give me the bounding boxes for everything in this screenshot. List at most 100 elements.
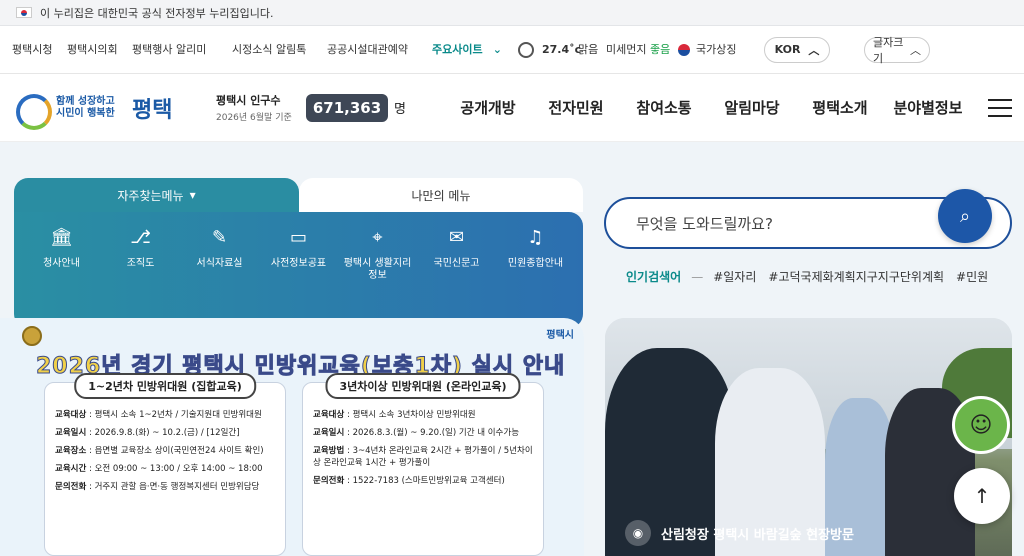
utility-bar: 평택시청 평택시의회 평택행사 알리미 시정소식 알림톡 공공시설대관예약 주요… — [0, 26, 1024, 74]
quick-item-forms[interactable]: ✎ 서식자료실 — [185, 228, 255, 328]
nav-by-field[interactable]: 분야별정보 — [884, 97, 972, 118]
nav-open-data[interactable]: 공개개방 — [444, 97, 532, 118]
language-select[interactable]: KOR ︿ — [764, 36, 830, 63]
quick-item-org-chart[interactable]: ⎇ 조직도 — [106, 228, 176, 328]
scroll-top-button[interactable]: ↑ — [954, 468, 1010, 524]
main-sites-dropdown[interactable]: 주요사이트 ⌄ — [432, 42, 510, 57]
population-count: 671,363 — [306, 93, 388, 122]
card-row: 교육대상 : 평택시 소속 3년차이상 민방위대원 — [313, 410, 476, 420]
quick-item-label: 민원종합안내 — [507, 258, 564, 269]
national-symbol-label: 국가상징 — [696, 43, 737, 56]
sun-icon — [518, 41, 534, 58]
tab-my-menu[interactable]: 나만의 메뉴 — [299, 178, 583, 212]
banner-card-left: 1~2년차 민방위대원 (집합교육) 교육대상 : 평택시 소속 1~2년차 /… — [44, 373, 286, 556]
search-box[interactable]: 무엇을 도와드릴까요? ⌕ — [604, 189, 1012, 249]
taegeuk-icon — [678, 43, 690, 56]
card-rows: 교육대상 : 평택시 소속 1~2년차 / 기술지원대 민방위대원 교육일시 :… — [55, 409, 279, 499]
quick-item-office-guide[interactable]: 🏛 청사안내 — [27, 228, 97, 328]
quick-item-label: 평택시 생활지리정보 — [343, 258, 412, 281]
util-link-rental[interactable]: 공공시설대관예약 — [327, 42, 432, 57]
population-info: 평택시 인구수 2026년 6월말 기준 — [216, 92, 306, 123]
slogan: 함께 성장하고 시민이 행복한 — [56, 96, 126, 120]
gov-notice-bar: 이 누리집은 대한민국 공식 전자정부 누리집입니다. — [0, 0, 1024, 26]
slogan-line-1: 함께 성장하고 — [56, 95, 115, 107]
card-row: 문의전화 : 거주지 관할 읍·면·동 행정복지센터 민방위담당 — [55, 482, 260, 492]
korea-flag-icon — [16, 7, 32, 18]
util-link-city-hall[interactable]: 평택시청 — [12, 42, 67, 57]
menu-icon[interactable] — [988, 98, 1012, 117]
photo-caption: ◉ 산림청장 평택시 바람길숲 현장방문 — [625, 520, 854, 546]
card-row: 교육대상 : 평택시 소속 1~2년차 / 기술지원대 민방위대원 — [55, 410, 262, 420]
city-emblem-icon — [14, 92, 52, 130]
search-button[interactable]: ⌕ — [938, 189, 992, 243]
util-link-talk[interactable]: 시정소식 알림톡 — [232, 42, 327, 57]
keyword-link[interactable]: #고덕국제화계획지구지구단위계획 — [768, 268, 944, 285]
popular-label: 인기검색어 — [626, 270, 682, 284]
news-photo[interactable]: ◉ 산림청장 평택시 바람길숲 현장방문 — [605, 318, 1012, 556]
national-symbol-link[interactable]: 국가상징 — [678, 42, 764, 57]
mascot-icon: ☺ — [969, 412, 993, 438]
chevron-down-icon: ⌄ — [492, 43, 502, 56]
font-size-control[interactable]: 글자크기 ︿ — [864, 35, 930, 65]
font-size-label: 글자크기 — [873, 35, 904, 65]
fine-dust: 미세먼지 좋음 — [606, 42, 678, 57]
quick-item-epeople[interactable]: ✉ 국민신문고 — [422, 228, 492, 328]
logo-name: 평택 — [132, 97, 173, 123]
util-link-events[interactable]: 평택행사 알리미 — [132, 42, 232, 57]
population-title: 평택시 인구수 — [216, 94, 281, 107]
card-row: 교육방법 : 3~4년차 온라인교육 2시간 + 평가풀이 / 5년차이상 온라… — [313, 446, 533, 468]
mascot-chatbot-button[interactable]: ☺ — [952, 396, 1010, 454]
popular-keywords: 인기검색어 — #일자리 #고덕국제화계획지구지구단위계획 #민원 — [626, 268, 1024, 285]
site-logo[interactable]: 함께 성장하고 시민이 행복한 평택 — [14, 92, 202, 130]
building-icon: 🏛 — [50, 227, 73, 248]
language-label: KOR — [774, 43, 801, 56]
quick-item-civil-guide[interactable]: ♫ 민원종합안내 — [501, 228, 571, 328]
chevron-up-icon: ︿ — [808, 43, 820, 57]
banner-card-right: 3년차이상 민방위대원 (온라인교육) 교육대상 : 평택시 소속 3년차이상 … — [302, 373, 544, 556]
main-content: 자주찾는메뉴 ▾ 나만의 메뉴 🏛 청사안내 ⎇ 조직도 ✎ 서식자료실 ▭ 사전정보공표… — [0, 142, 1024, 556]
folder-icon: ▭ — [289, 227, 307, 248]
dust-value: 좋음 — [649, 43, 671, 56]
divider: — — [691, 269, 704, 284]
tab-frequent-menu[interactable]: 자주찾는메뉴 ▾ — [14, 178, 299, 212]
util-link-council[interactable]: 평택시의회 — [67, 42, 132, 57]
keyword-link[interactable]: #일자리 — [713, 268, 756, 285]
dust-label: 미세먼지 — [606, 43, 647, 56]
chevron-up-icon: ︿ — [910, 43, 921, 57]
nav-notices[interactable]: 알림마당 — [708, 97, 796, 118]
search-icon: ⌕ — [959, 205, 971, 227]
quick-item-geo-info[interactable]: ⌖ 평택시 생활지리정보 — [343, 228, 413, 328]
main-navigation: 공개개방 전자민원 참여소통 알림마당 평택소개 분야별정보 — [444, 97, 972, 118]
quick-item-label: 서식자료실 — [196, 258, 243, 269]
message-icon: ✉ — [448, 227, 465, 248]
quick-item-label: 국민신문고 — [433, 258, 480, 269]
quick-item-info-disclosure[interactable]: ▭ 사전정보공표 — [264, 228, 334, 328]
card-row: 교육일시 : 2026.8.3.(월) ~ 9.20.(일) 기간 내 이수가능 — [313, 428, 520, 438]
main-banner[interactable]: 평택시 2026년 경기 평택시 민방위교육(보충1차) 실시 안내 1~2년차… — [0, 318, 584, 556]
nav-e-civil[interactable]: 전자민원 — [532, 97, 620, 118]
tab-frequent-label: 자주찾는메뉴 — [117, 188, 184, 203]
nav-participation[interactable]: 참여소통 — [620, 97, 708, 118]
main-sites-label: 주요사이트 — [432, 43, 483, 56]
slogan-line-2: 시민이 행복한 — [56, 107, 115, 119]
quick-item-label: 사전정보공표 — [270, 258, 327, 269]
bell-icon: ♫ — [527, 227, 544, 248]
card-heading: 3년차이상 민방위대원 (온라인교육) — [325, 373, 521, 399]
camera-icon: ◉ — [625, 520, 651, 546]
caret-down-icon: ▾ — [189, 188, 196, 202]
population-unit: 명 — [394, 102, 406, 117]
card-row: 교육시간 : 오전 09:00 ~ 13:00 / 오후 14:00 ~ 18:… — [55, 464, 263, 474]
nav-about[interactable]: 평택소개 — [796, 97, 884, 118]
gov-notice-text: 이 누리집은 대한민국 공식 전자정부 누리집입니다. — [40, 6, 274, 20]
org-chart-icon: ⎇ — [130, 227, 151, 248]
keyword-link[interactable]: #민원 — [956, 268, 988, 285]
population-date: 2026년 6월말 기준 — [216, 113, 292, 123]
search-input[interactable]: 무엇을 도와드릴까요? — [636, 213, 773, 234]
quick-item-label: 조직도 — [126, 258, 155, 269]
site-header: 함께 성장하고 시민이 행복한 평택 평택시 인구수 2026년 6월말 기준 6… — [0, 74, 1024, 142]
caption-text: 산림청장 평택시 바람길숲 현장방문 — [661, 527, 854, 543]
quick-menu-panel: 🏛 청사안내 ⎇ 조직도 ✎ 서식자료실 ▭ 사전정보공표 ⌖ 평택시 생활지리정보 ✉ 국… — [14, 212, 583, 328]
quick-item-label: 청사안내 — [43, 258, 80, 269]
card-heading: 1~2년차 민방위대원 (집합교육) — [74, 373, 256, 399]
quick-menu: 자주찾는메뉴 ▾ 나만의 메뉴 🏛 청사안내 ⎇ 조직도 ✎ 서식자료실 ▭ 사전정보공표… — [14, 178, 583, 328]
